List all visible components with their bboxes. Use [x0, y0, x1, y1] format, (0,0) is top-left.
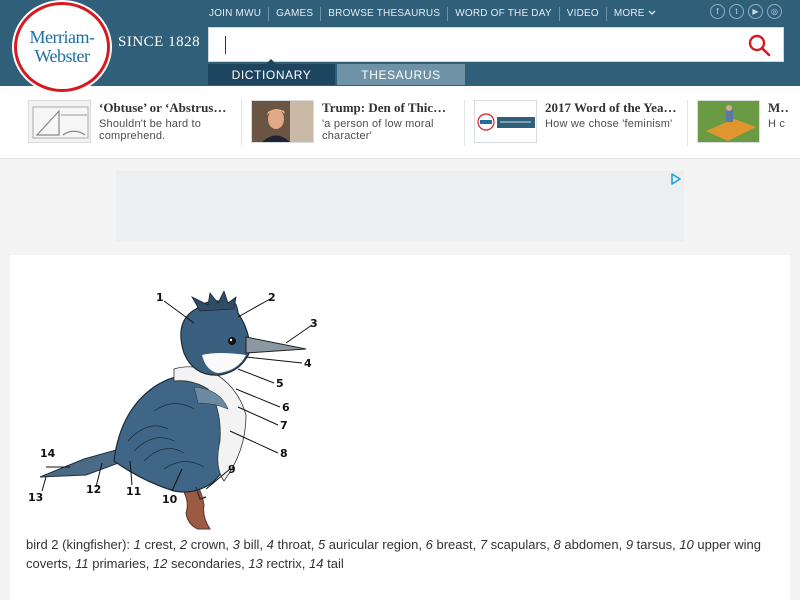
trending-card[interactable]: Trump: Den of Thic… 'a person of low mor… — [251, 100, 458, 146]
caption-term: auricular region, — [325, 537, 426, 552]
kingfisher-illustration: 1 2 3 4 5 6 7 8 9 10 11 12 13 14 — [28, 291, 318, 530]
figure-label: 11 — [126, 485, 141, 498]
caption-number: 11 — [75, 556, 89, 571]
geometry-tools-thumbnail — [28, 100, 91, 143]
card-divider — [687, 100, 688, 146]
nav-more[interactable]: MORE — [607, 7, 663, 21]
figure-label: 4 — [304, 357, 312, 370]
nav-join-mwu[interactable]: JOIN MWU — [202, 7, 270, 21]
caption-term: tail — [323, 556, 344, 571]
figure-label: 10 — [162, 493, 178, 506]
caption-number: 4 — [266, 537, 274, 552]
adchoices-icon[interactable] — [670, 173, 682, 185]
trending-subtitle: 'a person of low moral character' — [322, 118, 434, 142]
youtube-icon[interactable]: ▶ — [748, 4, 763, 19]
text-caret — [225, 36, 226, 54]
figure-label: 12 — [86, 483, 101, 496]
illustration-caption: bird 2 (kingfisher): 1 crest, 2 crown, 3… — [26, 535, 766, 573]
caption-number: 6 — [425, 537, 433, 552]
trending-title: 2017 Word of the Yea… — [545, 100, 677, 115]
site-header: Merriam- Webster SINCE 1828 JOIN MWU GAM… — [0, 0, 800, 92]
trending-title: ‘Obtuse’ or ‘Abstrus… — [99, 100, 227, 115]
caption-term: secondaries, — [167, 556, 249, 571]
caption-term: throat, — [273, 537, 318, 552]
caption-term: breast, — [432, 537, 480, 552]
advertisement-banner[interactable] — [116, 171, 684, 241]
trending-title: Trump: Den of Thic… — [322, 100, 447, 115]
since-1828-tagline: SINCE 1828 — [118, 34, 201, 50]
caption-number: 7 — [479, 537, 488, 552]
figure-label: 5 — [276, 377, 284, 390]
trending-strip: ‘Obtuse’ or ‘Abstrus… Shouldn't be hard … — [0, 86, 800, 159]
caption-prefix: bird 2 (kingfisher): — [26, 537, 134, 552]
caption-term: bill, — [239, 537, 267, 552]
logo-line-2: Webster — [34, 46, 90, 66]
nav-more-label: MORE — [613, 8, 645, 19]
dictionary-thesaurus-tabs: DICTIONARY THESAURUS — [208, 59, 465, 85]
figure-label: 13 — [28, 491, 43, 504]
merriam-webster-logo[interactable]: Merriam- Webster — [14, 2, 110, 92]
card-divider — [464, 100, 465, 146]
trending-subtitle: H c — [768, 118, 786, 130]
nav-video[interactable]: VIDEO — [560, 7, 607, 21]
caption-number: 13 — [248, 556, 263, 571]
main-content-panel: 1 2 3 4 5 6 7 8 9 10 11 12 13 14 bird 2 … — [10, 255, 790, 600]
nav-games[interactable]: GAMES — [269, 7, 322, 21]
trump-photo-thumbnail — [251, 100, 314, 143]
search-icon[interactable] — [747, 33, 771, 57]
caption-number: 1 — [133, 537, 141, 552]
figure-label: 1 — [156, 291, 164, 304]
figure-label: 14 — [40, 447, 56, 460]
figure-label: 9 — [228, 463, 236, 476]
caption-term: tarsus, — [633, 537, 680, 552]
tab-dictionary[interactable]: DICTIONARY — [208, 59, 335, 85]
trending-card[interactable]: ‘Obtuse’ or ‘Abstrus… Shouldn't be hard … — [28, 100, 235, 146]
caption-number: 8 — [553, 537, 561, 552]
logo-line-1: Merriam- — [29, 27, 95, 47]
caption-number: 10 — [679, 537, 694, 552]
trending-title: M… — [768, 100, 788, 115]
search-box — [208, 27, 784, 62]
twitter-icon[interactable]: t — [729, 4, 744, 19]
scrabble-thumbnail — [697, 100, 760, 143]
chevron-down-icon — [648, 10, 656, 15]
nav-browse-thesaurus[interactable]: BROWSE THESAURUS — [321, 7, 449, 21]
trending-card[interactable]: 2017 Word of the Yea… How we chose 'femi… — [474, 100, 681, 146]
word-of-the-year-thumbnail — [474, 100, 537, 143]
caption-term: crest, — [140, 537, 180, 552]
tab-thesaurus[interactable]: THESAURUS — [337, 64, 465, 85]
trending-card[interactable]: M… H c — [697, 100, 788, 146]
caption-number: 3 — [232, 537, 240, 552]
caption-number: 12 — [152, 556, 168, 571]
trending-subtitle: How we chose 'feminism' — [545, 118, 673, 130]
figure-label: 6 — [282, 401, 290, 414]
caption-term: rectrix, — [262, 556, 310, 571]
caption-number: 9 — [625, 537, 634, 552]
caption-term: primaries, — [88, 556, 153, 571]
caption-number: 14 — [309, 556, 324, 571]
figure-label: 8 — [280, 447, 288, 460]
caption-term: abdomen, — [560, 537, 626, 552]
figure-label: 3 — [310, 317, 318, 330]
caption-term: crown, — [187, 537, 233, 552]
facebook-icon[interactable]: f — [710, 4, 725, 19]
instagram-icon[interactable]: ◎ — [767, 4, 782, 19]
nav-word-of-the-day[interactable]: WORD OF THE DAY — [448, 7, 560, 21]
figure-label: 2 — [268, 291, 276, 304]
social-links: f t ▶ ◎ — [710, 4, 782, 19]
caption-term: scapulars, — [487, 537, 554, 552]
search-input[interactable] — [209, 28, 739, 61]
trending-subtitle: Shouldn't be hard to comprehend. — [99, 118, 202, 142]
card-divider — [241, 100, 242, 146]
figure-label: 7 — [280, 419, 288, 432]
top-navigation: JOIN MWU GAMES BROWSE THESAURUS WORD OF … — [202, 7, 663, 21]
